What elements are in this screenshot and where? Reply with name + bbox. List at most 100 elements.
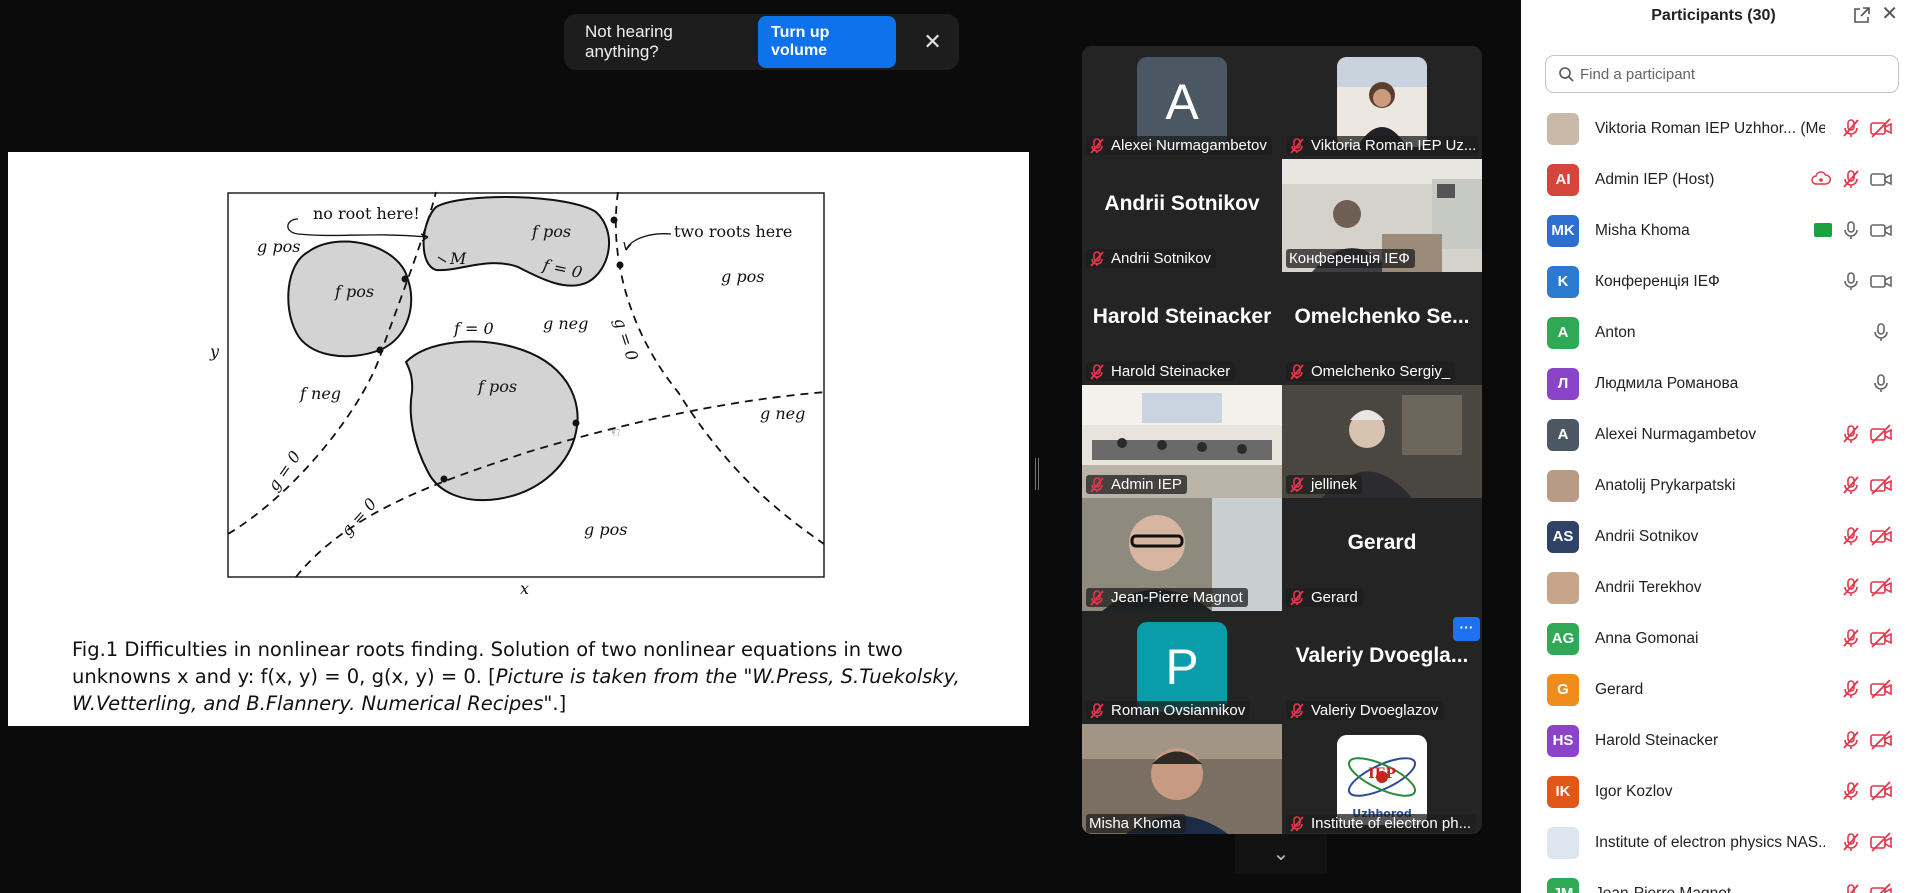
participant-controls	[1840, 730, 1892, 750]
root-point	[610, 216, 618, 224]
participant-row[interactable]: Andrii Terekhov	[1521, 562, 1906, 613]
avatar: JM	[1547, 877, 1579, 893]
mic-icon[interactable]	[1840, 220, 1862, 240]
mic-muted-icon[interactable]	[1840, 475, 1862, 495]
participant-row[interactable]: AI Admin IEP (Host)	[1521, 154, 1906, 205]
mic-muted-icon[interactable]	[1840, 679, 1862, 699]
participant-row[interactable]: MK Misha Khoma	[1521, 205, 1906, 256]
video-tile[interactable]: Jean-Pierre Magnot	[1082, 498, 1282, 611]
participant-controls	[1870, 373, 1892, 393]
tile-name-label: Valeriy Dvoeglazov	[1286, 701, 1444, 720]
avatar	[1547, 112, 1579, 145]
f-neg-label: f neg	[299, 384, 341, 403]
mic-muted-icon[interactable]	[1840, 883, 1862, 893]
participant-row[interactable]: IK Igor Kozlov	[1521, 766, 1906, 817]
mic-muted-icon[interactable]	[1840, 781, 1862, 801]
video-tile[interactable]: A Alexei Nurmagambetov	[1082, 46, 1282, 159]
camera-off-icon[interactable]	[1870, 679, 1892, 699]
camera-off-icon[interactable]	[1870, 118, 1892, 138]
participant-row[interactable]: A Anton	[1521, 307, 1906, 358]
video-tile[interactable]: Admin IEP	[1082, 385, 1282, 498]
search-input[interactable]	[1580, 65, 1880, 83]
camera-icon[interactable]	[1870, 220, 1892, 240]
g-neg-label: g neg	[543, 314, 588, 333]
mic-muted-icon[interactable]	[1840, 577, 1862, 597]
camera-off-icon[interactable]	[1870, 883, 1892, 893]
chevron-down-icon[interactable]: ⌄	[1235, 834, 1327, 874]
participant-controls	[1870, 322, 1892, 342]
tile-name-label: Andrii Sotnikov	[1086, 249, 1217, 268]
mic-muted-icon	[1290, 476, 1304, 493]
participant-row[interactable]: K Конференція ІЕФ	[1521, 256, 1906, 307]
video-tile[interactable]: jellinek	[1282, 385, 1482, 498]
video-tile[interactable]: IEPUzhhorod Institute of electron ph...	[1282, 724, 1482, 834]
video-tile[interactable]: Harold Steinacker Harold Steinacker	[1082, 272, 1282, 385]
close-icon[interactable]: ✕	[1881, 4, 1898, 24]
no-root-label: no root here!	[313, 204, 420, 223]
camera-icon[interactable]	[1870, 169, 1892, 189]
tile-name-label: Admin IEP	[1086, 475, 1187, 494]
participant-row[interactable]: HS Harold Steinacker	[1521, 715, 1906, 766]
more-options-button[interactable]: ···	[1453, 617, 1480, 641]
mic-muted-icon	[1290, 589, 1304, 606]
tile-name-label: Jean-Pierre Magnot	[1086, 588, 1248, 607]
video-tile[interactable]: P Roman Ovsiannikov	[1082, 611, 1282, 724]
mic-icon[interactable]	[1840, 271, 1862, 291]
mic-icon[interactable]	[1870, 322, 1892, 342]
video-tile[interactable]: Viktoria Roman IEP Uz...	[1282, 46, 1482, 159]
tile-name-label: Institute of electron ph...	[1286, 814, 1477, 833]
mic-muted-icon[interactable]	[1840, 424, 1862, 444]
camera-off-icon[interactable]	[1870, 526, 1892, 546]
mic-muted-icon[interactable]	[1840, 832, 1862, 852]
popout-icon[interactable]	[1852, 5, 1872, 25]
tile-display-name: Harold Steinacker	[1092, 305, 1272, 328]
camera-off-icon[interactable]	[1870, 781, 1892, 801]
meeting-window: Not hearing anything? Turn up volume ✕ n…	[0, 0, 1906, 893]
mic-muted-icon[interactable]	[1840, 730, 1862, 750]
g-pos-label: g pos	[721, 267, 764, 286]
screen-share-icon	[1814, 223, 1832, 237]
active-speaker-tile[interactable]: Misha Khoma	[1082, 724, 1282, 834]
video-tile[interactable]: Gerard Gerard	[1282, 498, 1482, 611]
f-pos-region-center	[404, 340, 579, 502]
mic-muted-icon[interactable]	[1840, 169, 1862, 189]
y-axis-label: y	[209, 342, 220, 361]
participant-row[interactable]: Viktoria Roman IEP Uzhhor... (Me)	[1521, 103, 1906, 154]
participant-row[interactable]: G Gerard	[1521, 664, 1906, 715]
mic-icon[interactable]	[1870, 373, 1892, 393]
audio-notification: Not hearing anything? Turn up volume ✕	[564, 14, 959, 70]
camera-off-icon[interactable]	[1870, 730, 1892, 750]
camera-off-icon[interactable]	[1870, 475, 1892, 495]
camera-off-icon[interactable]	[1870, 832, 1892, 852]
root-point	[376, 346, 384, 354]
avatar	[1547, 826, 1579, 859]
mic-muted-icon	[1090, 363, 1104, 380]
notification-text: Not hearing anything?	[585, 22, 673, 61]
mic-muted-icon[interactable]	[1840, 118, 1862, 138]
participant-row[interactable]: A Alexei Nurmagambetov	[1521, 409, 1906, 460]
video-tile[interactable]: Valeriy Dvoegla... Valeriy Dvoeglazov	[1282, 611, 1482, 724]
camera-off-icon[interactable]	[1870, 424, 1892, 444]
mic-muted-icon[interactable]	[1840, 628, 1862, 648]
mic-muted-icon[interactable]	[1840, 526, 1862, 546]
participant-row[interactable]: JM Jean-Pierre Magnot	[1521, 868, 1906, 893]
participant-row[interactable]: Anatolij Prykarpatski	[1521, 460, 1906, 511]
video-tile[interactable]: Andrii Sotnikov Andrii Sotnikov	[1082, 159, 1282, 272]
f-pos-label: f pos	[334, 282, 374, 301]
camera-icon[interactable]	[1870, 271, 1892, 291]
turn-up-volume-button[interactable]: Turn up volume	[758, 16, 897, 68]
participant-row[interactable]: Institute of electron physics NAS...	[1521, 817, 1906, 868]
camera-off-icon[interactable]	[1870, 628, 1892, 648]
participant-row[interactable]: AG Anna Gomonai	[1521, 613, 1906, 664]
participant-search[interactable]	[1545, 55, 1899, 93]
resize-handle[interactable]	[1035, 458, 1039, 490]
panel-title: Participants (30)	[1651, 7, 1776, 24]
search-icon	[1559, 67, 1574, 82]
mic-muted-icon	[1090, 250, 1104, 267]
participant-row[interactable]: AS Andrii Sotnikov	[1521, 511, 1906, 562]
close-icon[interactable]: ✕	[922, 29, 943, 55]
video-tile[interactable]: Конференція ІЕФ	[1282, 159, 1482, 272]
camera-off-icon[interactable]	[1870, 577, 1892, 597]
participant-row[interactable]: Л Людмила Романова	[1521, 358, 1906, 409]
video-tile[interactable]: Omelchenko Se... Omelchenko Sergiy_	[1282, 272, 1482, 385]
